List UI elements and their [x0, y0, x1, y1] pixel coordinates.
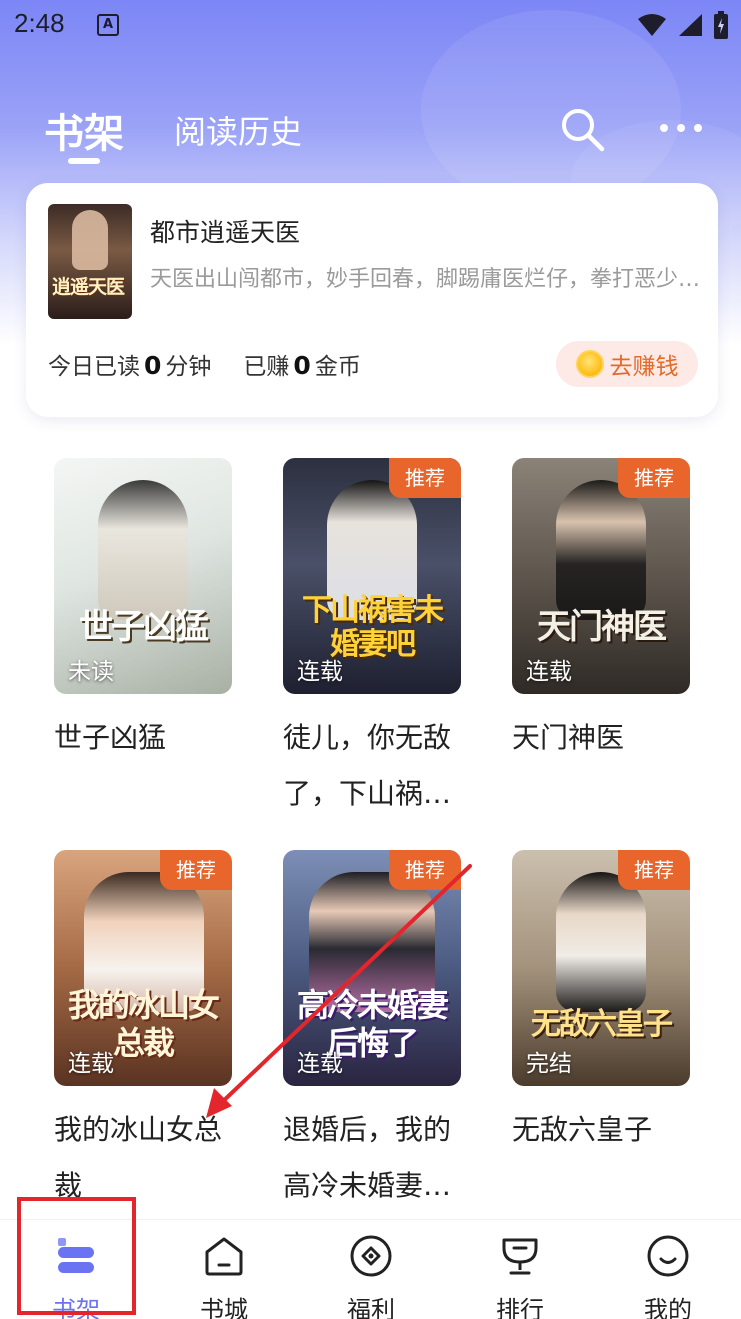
book-status-tag: 完结	[526, 1051, 572, 1077]
recommend-badge: 推荐	[160, 850, 232, 890]
read-today-value: 0	[144, 351, 162, 380]
book-status-tag: 未读	[68, 659, 114, 685]
continue-reading-card[interactable]: 逍遥天医 都市逍遥天医 天医出山闯都市，妙手回春，脚踢庸医烂仔，拳打恶少… 今日…	[26, 183, 718, 417]
earned-unit: 金币	[314, 354, 361, 380]
ranking-trophy-icon	[502, 1238, 538, 1275]
search-button[interactable]	[558, 105, 606, 153]
book-title[interactable]: 世子凶猛	[54, 710, 232, 766]
signal-icon	[679, 14, 702, 36]
book-title[interactable]: 无敌六皇子	[512, 1102, 690, 1158]
book-status-tag: 连载	[526, 659, 572, 685]
book-item[interactable]: 天门神医 推荐 连载 天门神医	[512, 458, 690, 766]
more-dots-icon	[660, 124, 702, 132]
cover-title-art: 无敌六皇子	[531, 1007, 673, 1042]
recent-book-cover[interactable]: 逍遥天医	[48, 204, 132, 319]
recommend-badge: 推荐	[618, 850, 690, 890]
book-status-tag: 连载	[297, 1051, 343, 1077]
cover-title-art: 天门神医	[537, 607, 667, 647]
status-icons	[637, 10, 729, 40]
search-icon	[562, 109, 605, 152]
status-time: 2:48	[14, 8, 65, 38]
bookstore-icon	[205, 1237, 243, 1276]
book-status-tag: 连载	[68, 1051, 114, 1077]
tab-bookshelf[interactable]: 书架	[44, 101, 124, 159]
more-button[interactable]	[656, 113, 706, 143]
cover-figure	[556, 872, 646, 1012]
active-tab-indicator	[68, 158, 100, 164]
nav-ranking-label: 排行	[496, 1296, 544, 1319]
earn-money-button[interactable]: 去赚钱	[556, 341, 698, 387]
book-cover[interactable]: 高冷未婚妻后悔了 推荐 连载	[283, 850, 461, 1086]
book-item[interactable]: 无敌六皇子 推荐 完结 无敌六皇子	[512, 850, 690, 1158]
nav-welfare[interactable]: 福利	[311, 1234, 431, 1319]
book-item[interactable]: 高冷未婚妻后悔了 推荐 连载 退婚后，我的高冷未婚妻…	[283, 850, 461, 1214]
book-title[interactable]: 徒儿，你无敌了，下山祸…	[283, 710, 461, 822]
cover-figure	[556, 480, 646, 620]
book-cover[interactable]: 世子凶猛 未读	[54, 458, 232, 694]
nav-bookstore-label: 书城	[200, 1296, 248, 1319]
battery-icon	[714, 11, 728, 39]
book-item[interactable]: 世子凶猛 未读 世子凶猛	[54, 458, 232, 766]
nav-bookstore[interactable]: 书城	[164, 1234, 284, 1319]
nav-welfare-label: 福利	[347, 1296, 395, 1319]
book-item[interactable]: 下山祸害未婚妻吧 推荐 连载 徒儿，你无敌了，下山祸…	[283, 458, 461, 822]
annotation-highlight-box	[17, 1197, 136, 1315]
cover-title-art: 世子凶猛	[79, 607, 209, 647]
earn-money-label: 去赚钱	[609, 354, 679, 380]
nav-profile-label: 我的	[644, 1296, 692, 1319]
nav-profile[interactable]: 我的	[608, 1234, 728, 1319]
tab-reading-history[interactable]: 阅读历史	[174, 107, 302, 153]
cover-title-art: 逍遥天医	[52, 276, 125, 298]
earned-value: 0	[293, 351, 311, 380]
book-status-tag: 连载	[297, 659, 343, 685]
wifi-icon	[638, 14, 666, 36]
book-cover[interactable]: 下山祸害未婚妻吧 推荐 连载	[283, 458, 461, 694]
status-bar: 2:48 A	[0, 0, 741, 52]
recent-book-description: 天医出山闯都市，妙手回春，脚踢庸医烂仔，拳打恶少…	[150, 267, 700, 292]
read-today-unit: 分钟	[165, 354, 212, 380]
read-today-stat: 今日已读 0 分钟	[48, 347, 211, 381]
cover-figure	[72, 210, 108, 270]
coin-icon	[575, 350, 604, 378]
welfare-icon	[350, 1235, 392, 1277]
top-header: 书架 阅读历史	[0, 95, 741, 165]
nav-ranking[interactable]: 排行	[460, 1234, 580, 1319]
book-title[interactable]: 天门神医	[512, 710, 690, 766]
book-title[interactable]: 退婚后，我的高冷未婚妻…	[283, 1102, 461, 1214]
recommend-badge: 推荐	[618, 458, 690, 498]
profile-smile-icon	[647, 1235, 689, 1277]
cover-figure	[98, 480, 188, 620]
recent-book-title[interactable]: 都市逍遥天医	[150, 213, 300, 249]
recommend-badge: 推荐	[389, 850, 461, 890]
earned-label: 已赚	[243, 354, 290, 380]
recommend-badge: 推荐	[389, 458, 461, 498]
read-today-label: 今日已读	[48, 354, 140, 380]
book-cover[interactable]: 无敌六皇子 推荐 完结	[512, 850, 690, 1086]
earned-stat: 已赚 0 金币	[243, 347, 360, 381]
notification-app-icon: A	[97, 14, 119, 36]
reading-stats: 今日已读 0 分钟 已赚 0 金币	[48, 347, 361, 381]
book-cover[interactable]: 天门神医 推荐 连载	[512, 458, 690, 694]
book-cover[interactable]: 我的冰山女总裁 推荐 连载	[54, 850, 232, 1086]
book-item[interactable]: 我的冰山女总裁 推荐 连载 我的冰山女总裁	[54, 850, 232, 1214]
